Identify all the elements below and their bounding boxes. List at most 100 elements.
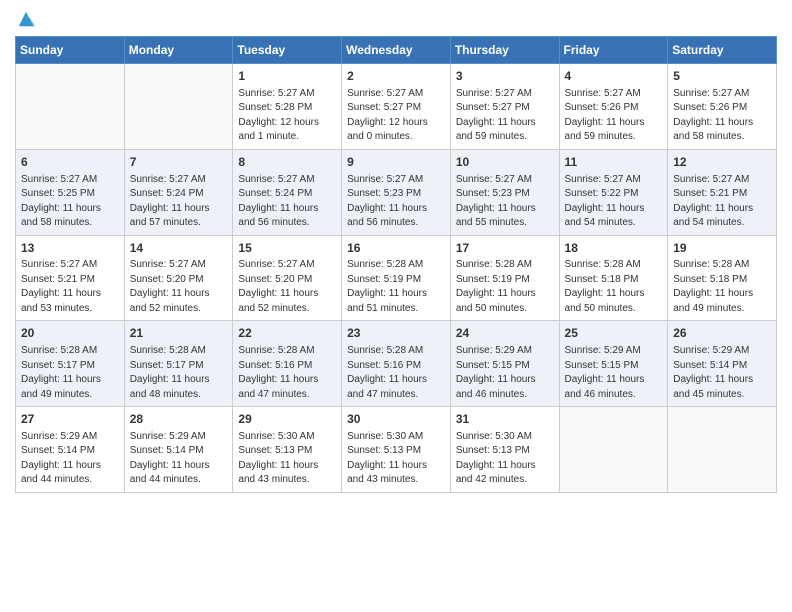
- day-detail: Sunrise: 5:27 AM Sunset: 5:26 PM Dayligh…: [565, 88, 645, 143]
- calendar-cell: [559, 407, 668, 493]
- day-number: 11: [565, 154, 663, 171]
- day-number: 7: [130, 154, 228, 171]
- day-number: 28: [130, 411, 228, 428]
- day-number: 23: [347, 325, 445, 342]
- day-detail: Sunrise: 5:27 AM Sunset: 5:20 PM Dayligh…: [238, 259, 318, 314]
- day-detail: Sunrise: 5:29 AM Sunset: 5:14 PM Dayligh…: [21, 431, 101, 486]
- day-detail: Sunrise: 5:28 AM Sunset: 5:18 PM Dayligh…: [565, 259, 645, 314]
- calendar-cell: 30 Sunrise: 5:30 AM Sunset: 5:13 PM Dayli…: [342, 407, 451, 493]
- calendar-cell: 5Sunrise: 5:27 AM Sunset: 5:26 PM Daylig…: [668, 64, 777, 150]
- day-detail: Sunrise: 5:30 AM Sunset: 5:13 PM Dayligh…: [347, 431, 427, 486]
- calendar-cell: 16Sunrise: 5:28 AM Sunset: 5:19 PM Dayli…: [342, 235, 451, 321]
- day-number: 18: [565, 240, 663, 257]
- calendar-cell: 31 Sunrise: 5:30 AM Sunset: 5:13 PM Dayli…: [450, 407, 559, 493]
- calendar-cell: [16, 64, 125, 150]
- day-detail: Sunrise: 5:27 AM Sunset: 5:27 PM Dayligh…: [456, 88, 536, 143]
- day-number: 5: [673, 68, 771, 85]
- day-number: 4: [565, 68, 663, 85]
- day-detail: Sunrise: 5:28 AM Sunset: 5:19 PM Dayligh…: [456, 259, 536, 314]
- day-number: 3: [456, 68, 554, 85]
- calendar-cell: [668, 407, 777, 493]
- day-number: 19: [673, 240, 771, 257]
- day-number: 10: [456, 154, 554, 171]
- day-number: 26: [673, 325, 771, 342]
- day-number: 25: [565, 325, 663, 342]
- day-detail: Sunrise: 5:30 AM Sunset: 5:13 PM Dayligh…: [238, 431, 318, 486]
- calendar-cell: 13 Sunrise: 5:27 AM Sunset: 5:21 PM Dayli…: [16, 235, 125, 321]
- day-header-saturday: Saturday: [668, 37, 777, 64]
- day-header-tuesday: Tuesday: [233, 37, 342, 64]
- calendar-week-2: 6 Sunrise: 5:27 AM Sunset: 5:25 PM Daylig…: [16, 149, 777, 235]
- day-detail: Sunrise: 5:27 AM Sunset: 5:24 PM Dayligh…: [238, 174, 318, 229]
- calendar-cell: 28 Sunrise: 5:29 AM Sunset: 5:14 PM Dayli…: [124, 407, 233, 493]
- day-detail: Sunrise: 5:27 AM Sunset: 5:21 PM Dayligh…: [21, 259, 101, 314]
- day-number: 29: [238, 411, 336, 428]
- calendar-cell: 21 Sunrise: 5:28 AM Sunset: 5:17 PM Dayli…: [124, 321, 233, 407]
- day-detail: Sunrise: 5:29 AM Sunset: 5:15 PM Dayligh…: [456, 345, 536, 400]
- day-number: 27: [21, 411, 119, 428]
- day-number: 1: [238, 68, 336, 85]
- calendar-cell: 9Sunrise: 5:27 AM Sunset: 5:23 PM Daylig…: [342, 149, 451, 235]
- header: [15, 10, 777, 28]
- day-detail: Sunrise: 5:27 AM Sunset: 5:20 PM Dayligh…: [130, 259, 210, 314]
- day-detail: Sunrise: 5:27 AM Sunset: 5:23 PM Dayligh…: [456, 174, 536, 229]
- calendar-cell: 6 Sunrise: 5:27 AM Sunset: 5:25 PM Daylig…: [16, 149, 125, 235]
- calendar: SundayMondayTuesdayWednesdayThursdayFrid…: [15, 36, 777, 493]
- day-detail: Sunrise: 5:28 AM Sunset: 5:19 PM Dayligh…: [347, 259, 427, 314]
- day-number: 30: [347, 411, 445, 428]
- calendar-cell: 7 Sunrise: 5:27 AM Sunset: 5:24 PM Daylig…: [124, 149, 233, 235]
- calendar-week-1: 1 Sunrise: 5:27 AM Sunset: 5:28 PM Daylig…: [16, 64, 777, 150]
- day-detail: Sunrise: 5:28 AM Sunset: 5:17 PM Dayligh…: [130, 345, 210, 400]
- day-number: 13: [21, 240, 119, 257]
- day-number: 9: [347, 154, 445, 171]
- calendar-cell: 10 Sunrise: 5:27 AM Sunset: 5:23 PM Dayli…: [450, 149, 559, 235]
- day-number: 24: [456, 325, 554, 342]
- calendar-cell: 22 Sunrise: 5:28 AM Sunset: 5:16 PM Dayli…: [233, 321, 342, 407]
- day-detail: Sunrise: 5:29 AM Sunset: 5:14 PM Dayligh…: [130, 431, 210, 486]
- day-detail: Sunrise: 5:27 AM Sunset: 5:21 PM Dayligh…: [673, 174, 753, 229]
- calendar-cell: [124, 64, 233, 150]
- calendar-cell: 17 Sunrise: 5:28 AM Sunset: 5:19 PM Dayli…: [450, 235, 559, 321]
- calendar-cell: 18 Sunrise: 5:28 AM Sunset: 5:18 PM Dayli…: [559, 235, 668, 321]
- calendar-week-3: 13 Sunrise: 5:27 AM Sunset: 5:21 PM Dayli…: [16, 235, 777, 321]
- calendar-cell: 4 Sunrise: 5:27 AM Sunset: 5:26 PM Daylig…: [559, 64, 668, 150]
- day-header-thursday: Thursday: [450, 37, 559, 64]
- calendar-cell: 14Sunrise: 5:27 AM Sunset: 5:20 PM Dayli…: [124, 235, 233, 321]
- calendar-cell: 19 Sunrise: 5:28 AM Sunset: 5:18 PM Dayli…: [668, 235, 777, 321]
- day-number: 31: [456, 411, 554, 428]
- day-detail: Sunrise: 5:27 AM Sunset: 5:27 PM Dayligh…: [347, 88, 428, 143]
- calendar-cell: 23Sunrise: 5:28 AM Sunset: 5:16 PM Dayli…: [342, 321, 451, 407]
- day-detail: Sunrise: 5:28 AM Sunset: 5:17 PM Dayligh…: [21, 345, 101, 400]
- day-detail: Sunrise: 5:30 AM Sunset: 5:13 PM Dayligh…: [456, 431, 536, 486]
- day-header-wednesday: Wednesday: [342, 37, 451, 64]
- calendar-cell: 20 Sunrise: 5:28 AM Sunset: 5:17 PM Dayli…: [16, 321, 125, 407]
- day-detail: Sunrise: 5:27 AM Sunset: 5:28 PM Dayligh…: [238, 88, 319, 143]
- calendar-cell: 2Sunrise: 5:27 AM Sunset: 5:27 PM Daylig…: [342, 64, 451, 150]
- calendar-cell: 25 Sunrise: 5:29 AM Sunset: 5:15 PM Dayli…: [559, 321, 668, 407]
- page: SundayMondayTuesdayWednesdayThursdayFrid…: [0, 0, 792, 508]
- day-detail: Sunrise: 5:27 AM Sunset: 5:24 PM Dayligh…: [130, 174, 210, 229]
- day-detail: Sunrise: 5:29 AM Sunset: 5:14 PM Dayligh…: [673, 345, 753, 400]
- day-header-sunday: Sunday: [16, 37, 125, 64]
- day-number: 20: [21, 325, 119, 342]
- calendar-cell: 15Sunrise: 5:27 AM Sunset: 5:20 PM Dayli…: [233, 235, 342, 321]
- calendar-cell: 8Sunrise: 5:27 AM Sunset: 5:24 PM Daylig…: [233, 149, 342, 235]
- day-detail: Sunrise: 5:29 AM Sunset: 5:15 PM Dayligh…: [565, 345, 645, 400]
- calendar-week-5: 27 Sunrise: 5:29 AM Sunset: 5:14 PM Dayli…: [16, 407, 777, 493]
- calendar-cell: 24 Sunrise: 5:29 AM Sunset: 5:15 PM Dayli…: [450, 321, 559, 407]
- day-detail: Sunrise: 5:27 AM Sunset: 5:22 PM Dayligh…: [565, 174, 645, 229]
- day-number: 21: [130, 325, 228, 342]
- day-number: 17: [456, 240, 554, 257]
- logo-icon: [17, 10, 35, 28]
- day-detail: Sunrise: 5:28 AM Sunset: 5:16 PM Dayligh…: [238, 345, 318, 400]
- day-detail: Sunrise: 5:28 AM Sunset: 5:18 PM Dayligh…: [673, 259, 753, 314]
- day-number: 22: [238, 325, 336, 342]
- day-number: 6: [21, 154, 119, 171]
- calendar-cell: 12Sunrise: 5:27 AM Sunset: 5:21 PM Dayli…: [668, 149, 777, 235]
- day-header-friday: Friday: [559, 37, 668, 64]
- calendar-cell: 29 Sunrise: 5:30 AM Sunset: 5:13 PM Dayli…: [233, 407, 342, 493]
- day-header-monday: Monday: [124, 37, 233, 64]
- calendar-body: 1 Sunrise: 5:27 AM Sunset: 5:28 PM Daylig…: [16, 64, 777, 493]
- day-detail: Sunrise: 5:27 AM Sunset: 5:25 PM Dayligh…: [21, 174, 101, 229]
- calendar-cell: 3 Sunrise: 5:27 AM Sunset: 5:27 PM Daylig…: [450, 64, 559, 150]
